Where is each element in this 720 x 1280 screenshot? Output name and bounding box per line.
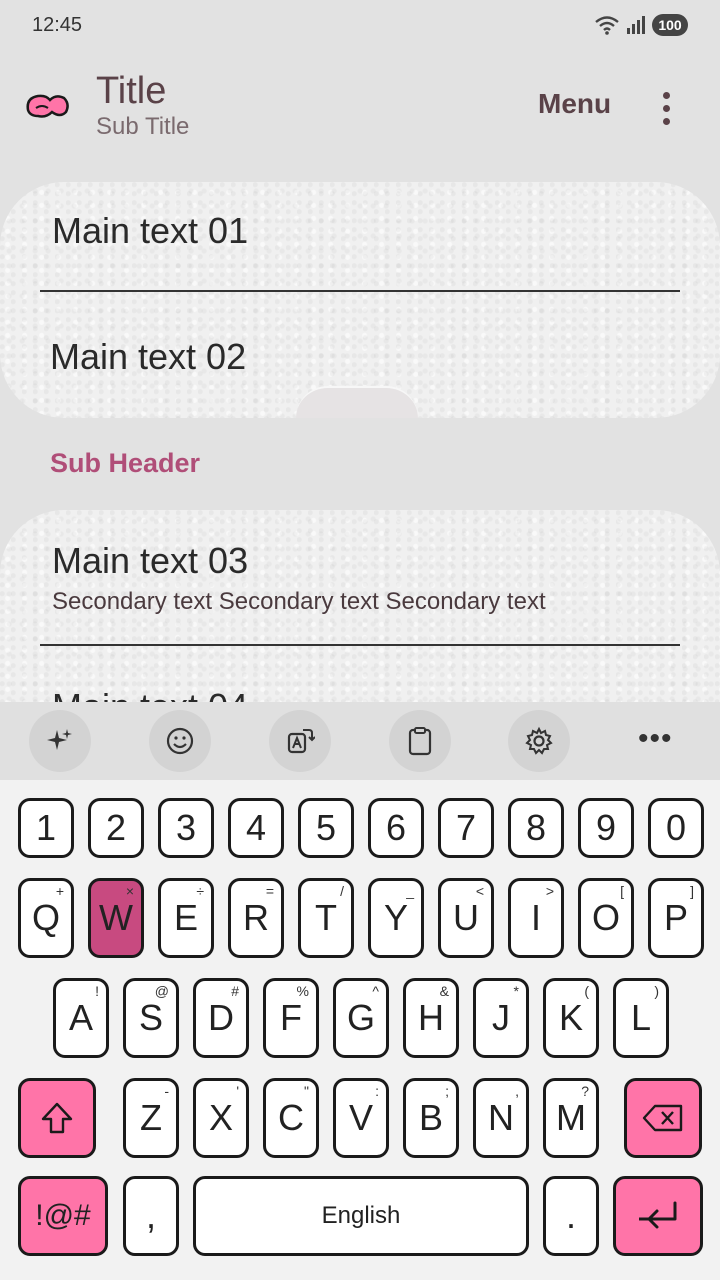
key-f[interactable]: F% bbox=[263, 978, 319, 1058]
key-z[interactable]: Z- bbox=[123, 1078, 179, 1158]
period-key[interactable]: . bbox=[543, 1176, 599, 1256]
key-6[interactable]: 6 bbox=[368, 798, 424, 858]
key-p[interactable]: P] bbox=[648, 878, 704, 958]
shift-icon bbox=[41, 1102, 73, 1134]
key-h[interactable]: H & bbox=[403, 978, 459, 1058]
key-o[interactable]: O[ bbox=[578, 878, 634, 958]
overflow-menu-icon[interactable] bbox=[654, 88, 678, 128]
space-key[interactable]: English bbox=[193, 1176, 529, 1256]
key-a[interactable]: A! bbox=[53, 978, 109, 1058]
key-c[interactable]: C " bbox=[263, 1078, 319, 1158]
status-icons: 100 bbox=[594, 14, 688, 36]
backspace-icon bbox=[642, 1104, 683, 1132]
key-e[interactable]: E ÷ bbox=[158, 878, 214, 958]
key-7[interactable]: 7 bbox=[438, 798, 494, 858]
divider bbox=[40, 644, 680, 646]
sub-header: Sub Header bbox=[50, 448, 201, 478]
key-s[interactable]: S @ bbox=[123, 978, 179, 1058]
enter-key[interactable] bbox=[613, 1176, 703, 1256]
key-v[interactable]: V: bbox=[333, 1078, 389, 1158]
wifi-icon bbox=[595, 16, 619, 35]
list-card-1: Main text 01 Main text 02 bbox=[0, 182, 720, 418]
enter-icon bbox=[639, 1201, 677, 1229]
key-u[interactable]: U < bbox=[438, 878, 494, 958]
key-n[interactable]: N, bbox=[473, 1078, 529, 1158]
key-d[interactable]: D # bbox=[193, 978, 249, 1058]
key-1[interactable]: 1 bbox=[18, 798, 74, 858]
key-y[interactable]: Y _ bbox=[368, 878, 424, 958]
key-x[interactable]: X ' bbox=[193, 1078, 249, 1158]
key-9[interactable]: 9 bbox=[578, 798, 634, 858]
key-w[interactable]: W × bbox=[88, 878, 144, 958]
translate-icon[interactable] bbox=[269, 710, 331, 772]
key-i[interactable]: I > bbox=[508, 878, 564, 958]
decorative-blob bbox=[296, 386, 418, 418]
key-j[interactable]: J * bbox=[473, 978, 529, 1058]
app-logo-icon[interactable] bbox=[24, 88, 70, 124]
key-k[interactable]: K( bbox=[543, 978, 599, 1058]
key-5[interactable]: 5 bbox=[298, 798, 354, 858]
gear-icon[interactable] bbox=[508, 710, 570, 772]
page-title: Title bbox=[96, 70, 167, 112]
backspace-key[interactable] bbox=[624, 1078, 702, 1158]
key-4[interactable]: 4 bbox=[228, 798, 284, 858]
key-r[interactable]: R = bbox=[228, 878, 284, 958]
key-q[interactable]: Q + bbox=[18, 878, 74, 958]
keyboard-toolbar: ••• bbox=[0, 702, 720, 780]
list-item-3[interactable]: Main text 03 bbox=[52, 540, 248, 582]
key-b[interactable]: B; bbox=[403, 1078, 459, 1158]
key-g[interactable]: G ^ bbox=[333, 978, 389, 1058]
title-block: Title Sub Title bbox=[96, 70, 189, 142]
battery-indicator: 100 bbox=[652, 14, 688, 36]
status-bar: 12:45 100 bbox=[0, 0, 720, 50]
clipboard-icon[interactable] bbox=[389, 710, 451, 772]
key-l[interactable]: L) bbox=[613, 978, 669, 1058]
key-0[interactable]: 0 bbox=[648, 798, 704, 858]
key-2[interactable]: 2 bbox=[88, 798, 144, 858]
symbols-key[interactable]: !@# bbox=[18, 1176, 108, 1256]
divider bbox=[40, 290, 680, 292]
list-item-2[interactable]: Main text 02 bbox=[50, 336, 246, 378]
keyboard: 1 2 3 4 5 6 7 8 9 0 Q + W × E ÷ R = T / Y _ U <… bbox=[0, 780, 720, 1280]
app-bar: Title Sub Title Menu bbox=[0, 62, 720, 150]
comma-key[interactable]: , bbox=[123, 1176, 179, 1256]
list-item-1[interactable]: Main text 01 bbox=[52, 210, 248, 252]
page-subtitle: Sub Title bbox=[96, 113, 190, 140]
shift-key[interactable] bbox=[18, 1078, 96, 1158]
key-m[interactable]: M? bbox=[543, 1078, 599, 1158]
list-item-3-secondary: Secondary text Secondary text Secondary … bbox=[52, 588, 546, 615]
key-8[interactable]: 8 bbox=[508, 798, 564, 858]
key-3[interactable]: 3 bbox=[158, 798, 214, 858]
menu-button[interactable]: Menu bbox=[538, 88, 611, 120]
emoji-icon[interactable] bbox=[149, 710, 211, 772]
sparkle-icon[interactable] bbox=[29, 710, 91, 772]
status-time: 12:45 bbox=[32, 13, 83, 36]
list-card-2: Main text 03 Secondary text Secondary te… bbox=[0, 510, 720, 727]
key-t[interactable]: T / bbox=[298, 878, 354, 958]
more-icon[interactable]: ••• bbox=[638, 722, 673, 756]
signal-icon bbox=[627, 16, 645, 34]
